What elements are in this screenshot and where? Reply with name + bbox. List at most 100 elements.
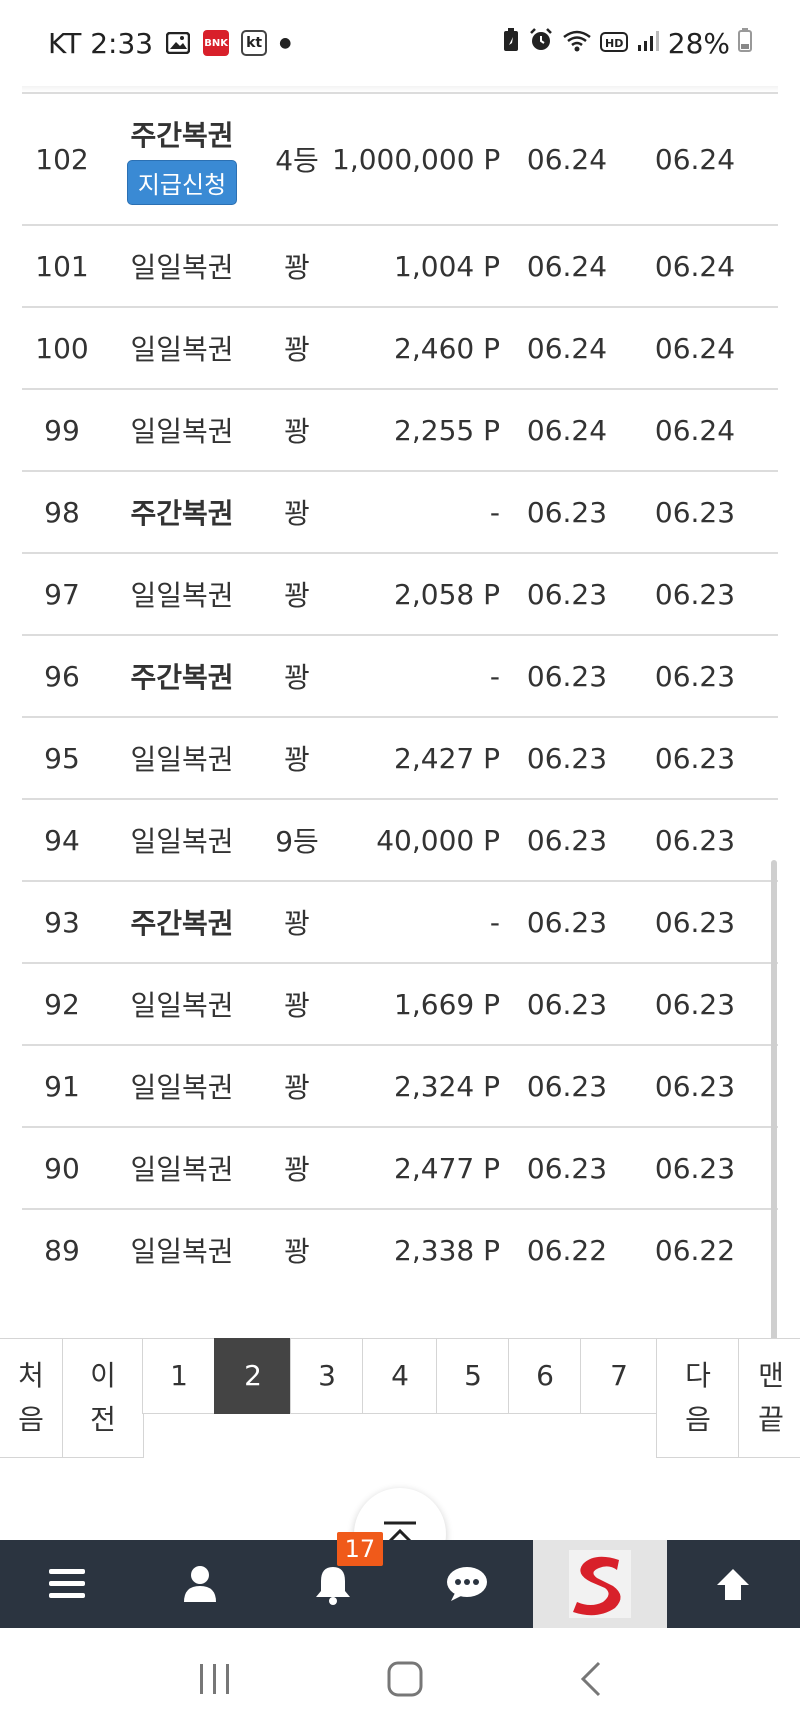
cell-amount: - [489, 659, 500, 693]
cell-amount: 2,427 P [394, 741, 500, 775]
lottery-type-label: 일일복권 [130, 989, 234, 1022]
cell-rank: 꽝 [284, 1235, 310, 1268]
notifications-button[interactable]: 17 [267, 1532, 400, 1628]
table-row: 101 일일복권 꽝 1,004 P 06.24 06.24 [22, 224, 778, 306]
table-row: 92 일일복권 꽝 1,669 P 06.23 06.23 [22, 962, 778, 1044]
cell-issue-date: 06.22 [654, 1233, 736, 1267]
scroll-top-button[interactable] [667, 1540, 800, 1628]
lottery-type-label: 일일복권 [130, 251, 234, 284]
user-icon [183, 1566, 216, 1602]
table-row: 90 일일복권 꽝 2,477 P 06.23 06.23 [22, 1126, 778, 1208]
cell-amount: - [489, 495, 500, 529]
cell-issue-date: 06.23 [654, 905, 736, 939]
table-row: 89 일일복권 꽝 2,338 P 06.22 06.22 [22, 1208, 778, 1290]
brand-logo-button[interactable] [533, 1540, 667, 1628]
cell-amount: 2,058 P [394, 577, 500, 611]
cell-lottery-type: 일일복권 [102, 738, 262, 778]
page-number-button[interactable]: 1 [142, 1338, 216, 1414]
page-number-button[interactable]: 5 [436, 1338, 510, 1414]
signal-icon [636, 27, 660, 60]
system-navigation-bar [0, 1628, 800, 1734]
back-button[interactable] [577, 1660, 603, 1702]
cell-issue-date: 06.24 [654, 249, 736, 283]
page-next-button[interactable]: 다음 [656, 1338, 740, 1458]
more-notifications-icon: ● [279, 35, 292, 51]
cell-issue-date: 06.23 [654, 659, 736, 693]
hd-voice-icon: HD [599, 27, 628, 60]
chat-bubble-icon [446, 1567, 487, 1601]
page-last-button[interactable]: 맨끝 [738, 1338, 800, 1458]
lottery-type-label: 일일복권 [130, 743, 234, 776]
cell-draw-date: 06.23 [526, 1069, 608, 1103]
bell-icon [316, 1567, 351, 1605]
cell-draw-date: 06.23 [526, 659, 608, 693]
cell-amount: 1,669 P [394, 987, 500, 1021]
cell-draw-date: 06.23 [526, 495, 608, 529]
lottery-type-label: 일일복권 [130, 333, 234, 366]
lottery-type-label: 일일복권 [130, 1235, 234, 1268]
page-number-button[interactable]: 3 [290, 1338, 364, 1414]
table-row: 95 일일복권 꽝 2,427 P 06.23 06.23 [22, 716, 778, 798]
cell-number: 90 [44, 1151, 80, 1185]
page-number-button[interactable]: 6 [508, 1338, 582, 1414]
cell-rank: 꽝 [284, 907, 310, 940]
cell-lottery-type: 일일복권 [102, 410, 262, 450]
cell-number: 102 [35, 142, 89, 176]
cell-lottery-type: 주간복권 지급신청 [102, 114, 262, 205]
cell-rank: 꽝 [284, 497, 310, 530]
gallery-icon [165, 30, 191, 56]
cell-lottery-type: 일일복권 [102, 246, 262, 286]
cell-number: 89 [44, 1233, 80, 1267]
cell-number: 97 [44, 577, 80, 611]
lottery-type-label: 일일복권 [130, 1071, 234, 1104]
page-number-button[interactable]: 2 [214, 1338, 292, 1414]
cell-number: 95 [44, 741, 80, 775]
cell-draw-date: 06.22 [526, 1233, 608, 1267]
cell-lottery-type: 주간복권 [102, 656, 262, 696]
home-button[interactable] [386, 1660, 424, 1702]
claim-payout-button[interactable]: 지급신청 [126, 159, 238, 205]
cell-amount: 2,324 P [394, 1069, 500, 1103]
lottery-type-label: 주간복권 [130, 907, 234, 940]
cell-amount: 2,255 P [394, 413, 500, 447]
cell-draw-date: 06.23 [526, 823, 608, 857]
cell-number: 91 [44, 1069, 80, 1103]
cell-draw-date: 06.24 [526, 331, 608, 365]
profile-button[interactable] [133, 1540, 266, 1628]
bottom-navigation: 17 [0, 1532, 800, 1628]
cell-draw-date: 06.24 [526, 249, 608, 283]
hamburger-menu-icon [48, 1569, 85, 1598]
cell-rank: 9등 [275, 825, 319, 858]
page-number-button[interactable]: 4 [362, 1338, 438, 1414]
cell-issue-date: 06.24 [654, 331, 736, 365]
cell-issue-date: 06.23 [654, 823, 736, 857]
cell-issue-date: 06.23 [654, 577, 736, 611]
wifi-icon [562, 27, 592, 60]
page-first-button[interactable]: 처음 [0, 1338, 64, 1458]
cell-rank: 4등 [275, 144, 319, 177]
cell-lottery-type: 일일복권 [102, 1230, 262, 1270]
cell-number: 92 [44, 987, 80, 1021]
scrollbar[interactable] [771, 860, 777, 1400]
cell-amount: 2,338 P [394, 1233, 500, 1267]
table-row: 100 일일복권 꽝 2,460 P 06.24 06.24 [22, 306, 778, 388]
cell-number: 93 [44, 905, 80, 939]
cell-draw-date: 06.23 [526, 1151, 608, 1185]
lottery-type-label: 일일복권 [130, 825, 234, 858]
cell-lottery-type: 일일복권 [102, 1148, 262, 1188]
home-icon [387, 1661, 423, 1697]
chat-button[interactable] [400, 1540, 533, 1628]
menu-button[interactable] [0, 1540, 133, 1628]
cell-draw-date: 06.23 [526, 987, 608, 1021]
recent-apps-icon [199, 1664, 229, 1694]
table-row: 102 주간복권 지급신청 4등 1,000,000 P 06.24 06.24 [22, 92, 778, 224]
cell-draw-date: 06.23 [526, 741, 608, 775]
recent-apps-button[interactable] [197, 1662, 233, 1700]
page-number-button[interactable]: 7 [580, 1338, 658, 1414]
page-prev-button[interactable]: 이전 [62, 1338, 144, 1458]
cell-amount: - [489, 905, 500, 939]
cell-amount: 2,460 P [394, 331, 500, 365]
cell-lottery-type: 주간복권 [102, 492, 262, 532]
cell-issue-date: 06.23 [654, 495, 736, 529]
cell-lottery-type: 일일복권 [102, 328, 262, 368]
